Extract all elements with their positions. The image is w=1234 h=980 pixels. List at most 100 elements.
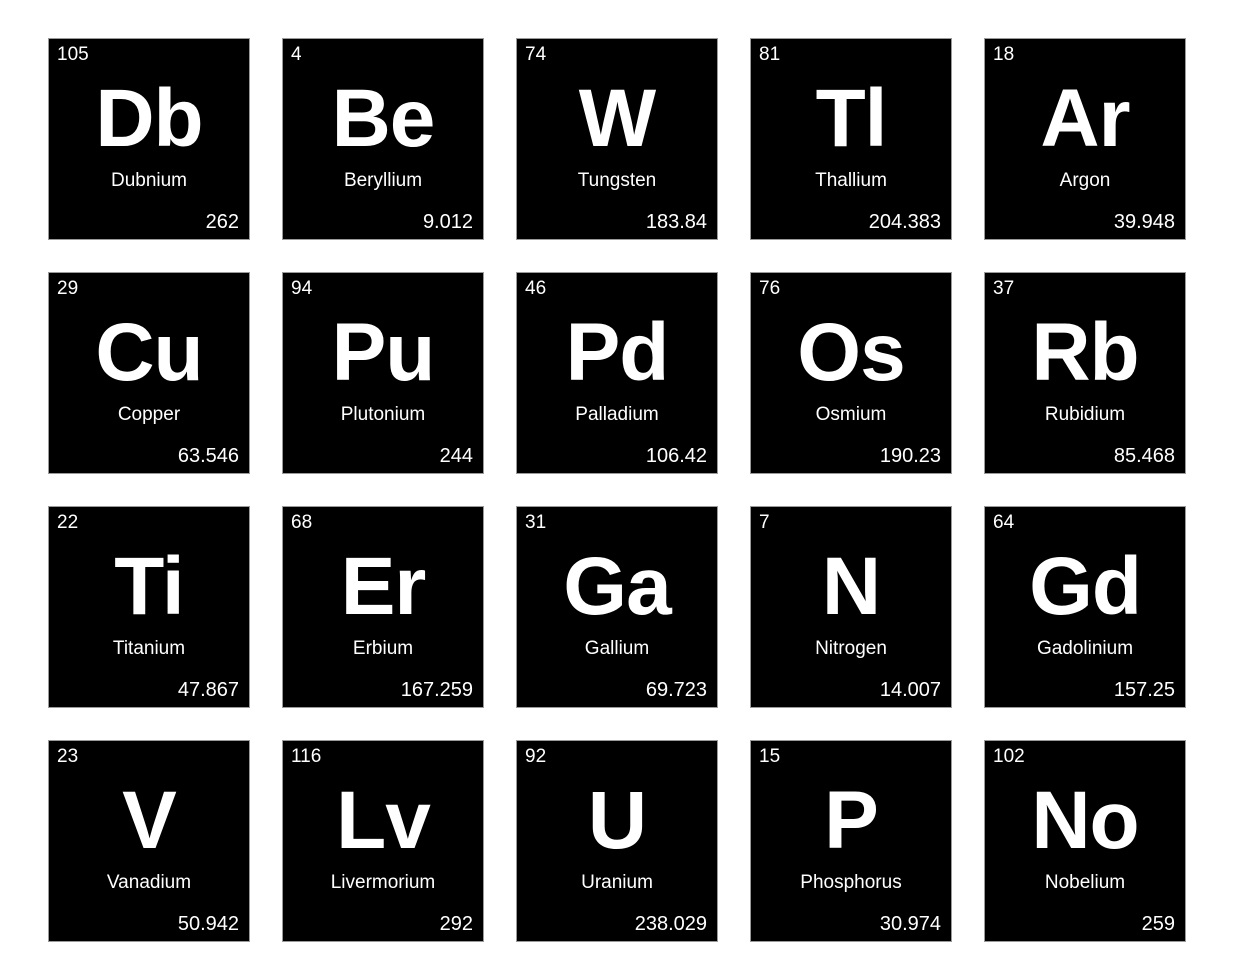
element-name: Copper [117, 404, 181, 425]
element-tile-ar: 18 Ar Argon 39.948 [984, 38, 1186, 240]
atomic-mass: 30.974 [879, 913, 941, 935]
element-symbol: Pd [565, 307, 670, 398]
element-symbol: Db [95, 73, 203, 164]
element-tile-gd: 64 Gd Gadolinium 157.25 [984, 506, 1186, 708]
atomic-mass: 190.23 [879, 445, 941, 467]
atomic-mass: 259 [1141, 913, 1175, 935]
element-symbol: U [587, 775, 647, 866]
atomic-mass: 63.546 [177, 445, 239, 467]
element-tile-ti: 22 Ti Titanium 47.867 [48, 506, 250, 708]
element-symbol: Os [797, 307, 905, 398]
element-name: Phosphorus [800, 872, 902, 893]
atomic-number: 64 [993, 512, 1015, 533]
atomic-number: 29 [57, 278, 79, 299]
element-symbol: Tl [815, 73, 888, 164]
atomic-number: 102 [993, 746, 1025, 767]
atomic-number: 94 [291, 278, 313, 299]
atomic-number: 31 [525, 512, 547, 533]
element-name: Erbium [352, 638, 414, 659]
atomic-mass: 244 [439, 445, 473, 467]
atomic-mass: 292 [439, 913, 473, 935]
element-tile-p: 15 P Phosphorus 30.974 [750, 740, 952, 942]
element-symbol: No [1031, 775, 1139, 866]
element-tile-v: 23 V Vanadium 50.942 [48, 740, 250, 942]
atomic-mass: 183.84 [645, 211, 707, 233]
atomic-mass: 238.029 [634, 913, 707, 935]
element-tile-be: 4 Be Beryllium 9.012 [282, 38, 484, 240]
element-tile-u: 92 U Uranium 238.029 [516, 740, 718, 942]
atomic-mass: 9.012 [422, 211, 473, 233]
atomic-number: 15 [759, 746, 781, 767]
element-tile-pd: 46 Pd Palladium 106.42 [516, 272, 718, 474]
element-symbol: Gd [1029, 541, 1142, 632]
element-symbol: Ga [563, 541, 671, 632]
element-symbol: Cu [95, 307, 203, 398]
element-name: Argon [1059, 170, 1111, 191]
atomic-number: 22 [57, 512, 79, 533]
atomic-mass: 106.42 [645, 445, 707, 467]
atomic-mass: 85.468 [1113, 445, 1175, 467]
element-symbol: Ti [114, 541, 184, 632]
atomic-mass: 50.942 [177, 913, 239, 935]
element-tile-er: 68 Er Erbium 167.259 [282, 506, 484, 708]
element-name: Beryllium [343, 170, 423, 191]
atomic-number: 81 [759, 44, 781, 65]
atomic-mass: 69.723 [645, 679, 707, 701]
atomic-number: 116 [291, 746, 322, 767]
atomic-number: 92 [525, 746, 547, 767]
atomic-number: 68 [291, 512, 313, 533]
element-tile-db: 105 Db Dubnium 262 [48, 38, 250, 240]
element-name: Plutonium [340, 404, 426, 425]
atomic-number: 18 [993, 44, 1015, 65]
atomic-mass: 47.867 [177, 679, 239, 701]
element-tile-lv: 116 Lv Livermorium 292 [282, 740, 484, 942]
element-symbol: Er [340, 541, 427, 632]
atomic-number: 4 [291, 44, 302, 65]
element-name: Gallium [584, 638, 650, 659]
atomic-number: 37 [993, 278, 1015, 299]
element-tile-ga: 31 Ga Gallium 69.723 [516, 506, 718, 708]
element-symbol: V [122, 775, 177, 866]
element-name: Thallium [815, 170, 887, 191]
element-name: Palladium [575, 404, 659, 425]
element-name: Nitrogen [815, 638, 887, 659]
element-name: Titanium [112, 638, 186, 659]
element-tile-no: 102 No Nobelium 259 [984, 740, 1186, 942]
element-tile-os: 76 Os Osmium 190.23 [750, 272, 952, 474]
element-name: Dubnium [110, 170, 188, 191]
element-tile-cu: 29 Cu Copper 63.546 [48, 272, 250, 474]
atomic-number: 7 [759, 512, 770, 533]
atomic-mass: 14.007 [879, 679, 941, 701]
element-symbol: Ar [1040, 73, 1130, 164]
element-tile-n: 7 N Nitrogen 14.007 [750, 506, 952, 708]
element-tile-tl: 81 Tl Thallium 204.383 [750, 38, 952, 240]
element-symbol: Be [331, 73, 436, 164]
atomic-mass: 39.948 [1113, 211, 1175, 233]
atomic-mass: 262 [205, 211, 239, 233]
element-tile-rb: 37 Rb Rubidium 85.468 [984, 272, 1186, 474]
element-name: Rubidium [1044, 404, 1126, 425]
atomic-number: 74 [525, 44, 547, 65]
element-symbol: Pu [331, 307, 436, 398]
element-name: Vanadium [106, 872, 192, 893]
element-name: Tungsten [577, 170, 657, 191]
atomic-number: 46 [525, 278, 547, 299]
element-symbol: W [578, 73, 656, 164]
element-symbol: N [821, 541, 881, 632]
element-tile-grid: 105 Db Dubnium 262 4 Be Beryllium 9.012 74 W Tungs… [48, 38, 1186, 942]
atomic-mass: 204.383 [868, 211, 941, 233]
atomic-number: 76 [759, 278, 781, 299]
element-symbol: Lv [336, 775, 431, 866]
atomic-number: 23 [57, 746, 79, 767]
element-tile-pu: 94 Pu Plutonium 244 [282, 272, 484, 474]
element-name: Gadolinium [1036, 638, 1134, 659]
atomic-number: 105 [57, 44, 89, 65]
element-name: Osmium [815, 404, 887, 425]
element-tile-w: 74 W Tungsten 183.84 [516, 38, 718, 240]
element-name: Uranium [581, 872, 653, 893]
atomic-mass: 167.259 [400, 679, 473, 701]
element-name: Nobelium [1044, 872, 1126, 893]
element-name: Livermorium [330, 872, 436, 893]
atomic-mass: 157.25 [1113, 679, 1175, 701]
element-symbol: Rb [1031, 307, 1139, 398]
